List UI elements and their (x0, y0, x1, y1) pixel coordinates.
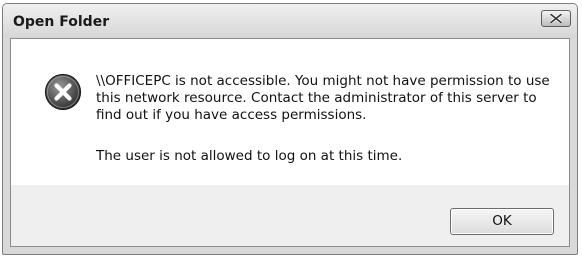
close-button[interactable] (541, 10, 571, 27)
error-detail: The user is not allowed to log on at thi… (96, 148, 403, 164)
dialog-title: Open Folder (13, 14, 110, 30)
close-icon (550, 14, 562, 23)
title-bar[interactable]: Open Folder (3, 4, 577, 38)
message-area: \\OFFICEPC is not accessible. You might … (11, 39, 569, 185)
error-icon (44, 73, 82, 111)
open-folder-dialog: Open Folder \\OFFICEPC is not accessible… (2, 3, 578, 255)
dialog-body: \\OFFICEPC is not accessible. You might … (10, 38, 570, 247)
button-bar: OK (11, 185, 569, 246)
ok-button[interactable]: OK (450, 208, 554, 235)
error-message: \\OFFICEPC is not accessible. You might … (96, 73, 550, 123)
